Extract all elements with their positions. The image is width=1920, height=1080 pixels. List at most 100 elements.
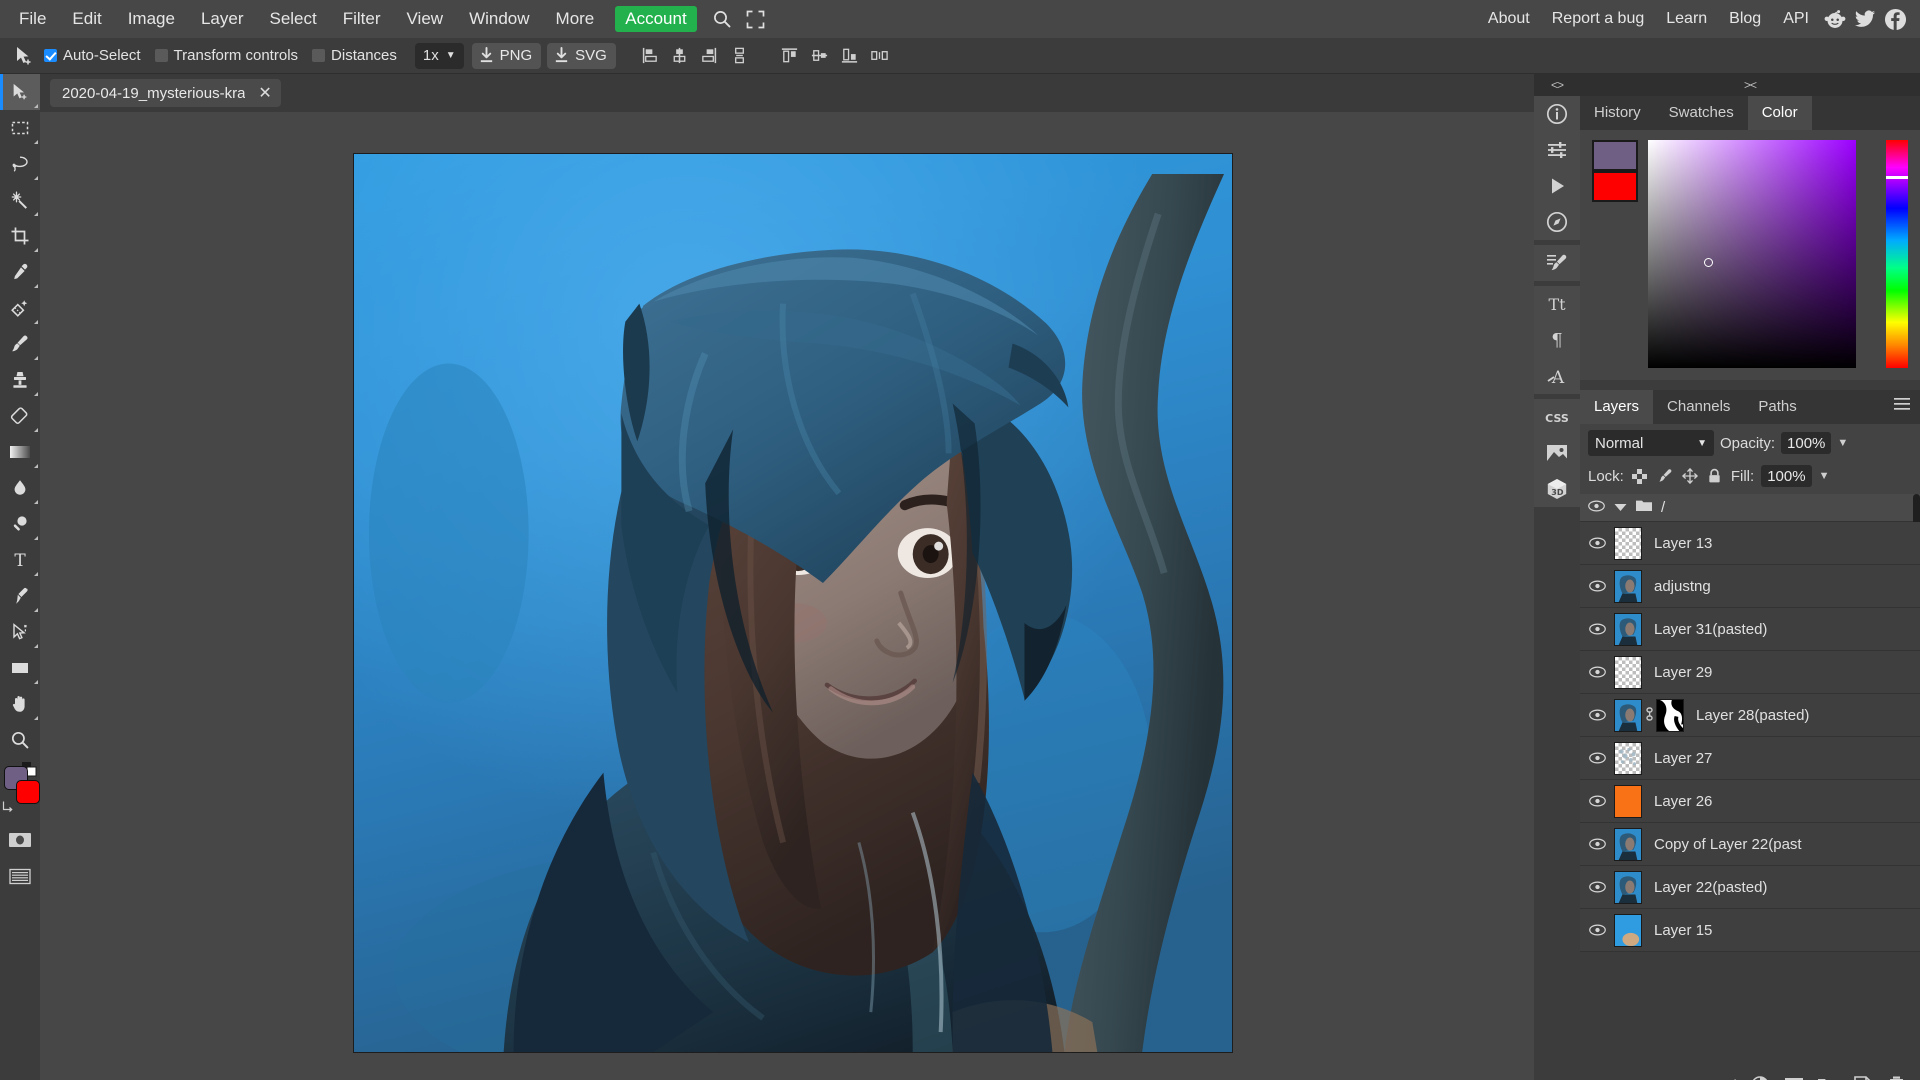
hue-slider-handle[interactable]: [1886, 176, 1908, 179]
paragraph-icon[interactable]: ¶: [1534, 322, 1580, 358]
menu-item-select[interactable]: Select: [256, 0, 329, 38]
layer-mask-thumbnail[interactable]: [1656, 698, 1684, 732]
zoom-tool-icon[interactable]: [0, 722, 40, 758]
color-swatches[interactable]: [0, 762, 40, 818]
new-group-icon[interactable]: [1818, 1075, 1838, 1080]
layer-thumbnail[interactable]: [1614, 870, 1642, 904]
3d-icon[interactable]: 3D: [1534, 471, 1580, 507]
visibility-eye-icon[interactable]: [1580, 709, 1614, 721]
panel-menu-icon[interactable]: [1884, 390, 1920, 424]
twitter-icon[interactable]: [1850, 0, 1880, 38]
delete-layer-icon[interactable]: [1886, 1075, 1906, 1080]
color-picker-cursor[interactable]: [1704, 258, 1713, 267]
align-left-icon[interactable]: [636, 41, 664, 71]
brush-tool-icon[interactable]: [0, 326, 40, 362]
new-layer-icon[interactable]: [1852, 1075, 1872, 1080]
search-icon[interactable]: [705, 0, 739, 38]
lock-position-icon[interactable]: [1681, 467, 1699, 485]
layer-thumbnail[interactable]: [1614, 827, 1642, 861]
layer-group-row[interactable]: /: [1580, 494, 1920, 522]
adjustments-icon[interactable]: [1534, 132, 1580, 168]
layer-thumbnail[interactable]: [1614, 741, 1642, 775]
account-button[interactable]: Account: [615, 6, 697, 32]
swap-colors-icon[interactable]: [2, 800, 15, 816]
background-color-swatch[interactable]: [16, 780, 40, 804]
tab-history[interactable]: History: [1580, 96, 1655, 130]
auto-select-checkbox[interactable]: Auto-Select: [44, 47, 141, 64]
fill-input[interactable]: 100%: [1761, 465, 1812, 487]
transform-controls-checkbox[interactable]: Transform controls: [154, 47, 298, 64]
export-png-button[interactable]: PNG: [471, 42, 542, 69]
move-tool-icon[interactable]: [0, 74, 40, 110]
tab-channels[interactable]: Channels: [1653, 390, 1744, 424]
layer-effects-icon[interactable]: eff: [1716, 1075, 1736, 1080]
table-row[interactable]: Layer 29: [1580, 651, 1920, 694]
align-right-icon[interactable]: [696, 41, 724, 71]
auto-select-checkbox-box[interactable]: [44, 49, 57, 62]
table-row[interactable]: Layer 22(pasted): [1580, 866, 1920, 909]
lock-transparency-icon[interactable]: [1631, 467, 1649, 485]
dock-collapse-icon[interactable]: <>: [1534, 74, 1580, 96]
visibility-eye-icon[interactable]: [1580, 795, 1614, 807]
tab-color[interactable]: Color: [1747, 96, 1812, 130]
align-bottom-icon[interactable]: [836, 41, 864, 71]
info-icon[interactable]: [1534, 96, 1580, 132]
brush-settings-icon[interactable]: [1534, 245, 1580, 281]
distribute-h-icon[interactable]: [866, 41, 894, 71]
layer-thumbnail[interactable]: [1614, 698, 1642, 732]
path-select-tool-icon[interactable]: [0, 614, 40, 650]
menu-link-learn[interactable]: Learn: [1655, 0, 1718, 38]
tab-layers[interactable]: Layers: [1580, 390, 1654, 424]
screen-mode-icon[interactable]: [0, 858, 40, 894]
table-row[interactable]: Layer 27: [1580, 737, 1920, 780]
type-tool-icon[interactable]: T: [0, 542, 40, 578]
layer-mask-icon[interactable]: [1784, 1075, 1804, 1080]
menu-item-layer[interactable]: Layer: [188, 0, 257, 38]
visibility-eye-icon[interactable]: [1580, 752, 1614, 764]
table-row[interactable]: adjustng: [1580, 565, 1920, 608]
menu-item-view[interactable]: View: [394, 0, 457, 38]
canvas-area[interactable]: [40, 112, 1534, 1080]
layers-list[interactable]: / Layer 13 adjustng Layer 31(pasted) Lay…: [1580, 494, 1920, 1068]
eraser-tool-icon[interactable]: [0, 398, 40, 434]
layer-thumbnail[interactable]: [1614, 612, 1642, 646]
distances-checkbox[interactable]: Distances: [312, 47, 397, 64]
opacity-input[interactable]: 100%: [1781, 432, 1832, 454]
align-top-icon[interactable]: [776, 41, 804, 71]
visibility-eye-icon[interactable]: [1580, 924, 1614, 936]
close-icon[interactable]: ✕: [255, 83, 274, 103]
lock-all-icon[interactable]: [1706, 467, 1724, 485]
css-icon[interactable]: CSS: [1534, 399, 1580, 435]
lasso-tool-icon[interactable]: [0, 146, 40, 182]
quick-mask-icon[interactable]: [0, 822, 40, 858]
gradient-tool-icon[interactable]: [0, 434, 40, 470]
visibility-eye-icon[interactable]: [1580, 580, 1614, 592]
visibility-eye-icon[interactable]: [1580, 537, 1614, 549]
visibility-eye-icon[interactable]: [1588, 499, 1605, 517]
menu-item-image[interactable]: Image: [115, 0, 188, 38]
zoom-level-select[interactable]: 1x ▼: [414, 42, 464, 69]
layer-thumbnail[interactable]: [1614, 569, 1642, 603]
artboard[interactable]: [353, 153, 1233, 1053]
distribute-v-icon[interactable]: [726, 41, 754, 71]
actions-play-icon[interactable]: [1534, 168, 1580, 204]
blend-mode-select[interactable]: Normal ▼: [1588, 430, 1714, 456]
opacity-dropdown-icon[interactable]: ▼: [1837, 437, 1848, 449]
menu-link-about[interactable]: About: [1477, 0, 1541, 38]
visibility-eye-icon[interactable]: [1580, 881, 1614, 893]
adjustment-layer-icon[interactable]: [1750, 1075, 1770, 1080]
color-panel-foreground-swatch[interactable]: [1592, 140, 1638, 171]
facebook-icon[interactable]: [1880, 0, 1910, 38]
fill-dropdown-icon[interactable]: ▼: [1819, 470, 1830, 482]
visibility-eye-icon[interactable]: [1580, 623, 1614, 635]
color-panel-background-swatch[interactable]: [1592, 171, 1638, 202]
glyphs-icon[interactable]: A: [1534, 358, 1580, 394]
lock-pixels-icon[interactable]: [1656, 467, 1674, 485]
tab-swatches[interactable]: Swatches: [1655, 96, 1748, 130]
layer-thumbnail[interactable]: [1614, 526, 1642, 560]
table-row[interactable]: Layer 28(pasted): [1580, 694, 1920, 737]
menu-item-window[interactable]: Window: [456, 0, 542, 38]
layer-thumbnail[interactable]: [1614, 655, 1642, 689]
clone-stamp-tool-icon[interactable]: [0, 362, 40, 398]
menu-item-filter[interactable]: Filter: [330, 0, 394, 38]
